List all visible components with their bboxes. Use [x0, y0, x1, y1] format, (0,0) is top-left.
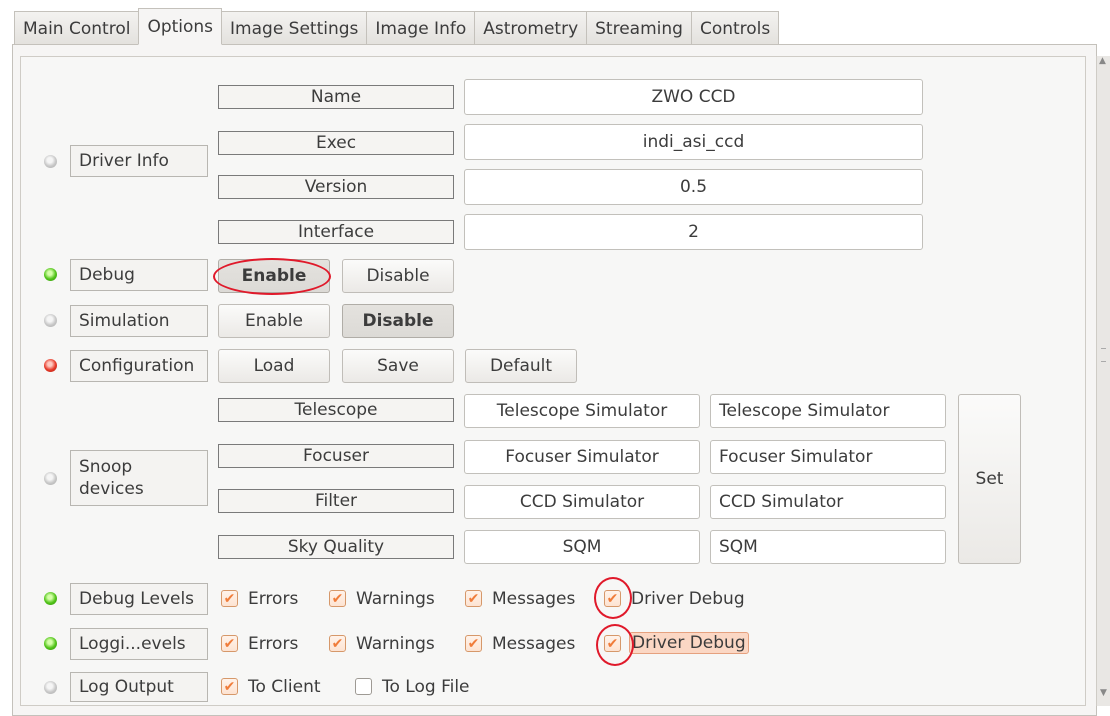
- logging-levels-label: Loggi...evels: [70, 628, 208, 660]
- driver-name-value: ZWO CCD: [464, 79, 923, 115]
- debug-driver-debug-checkbox[interactable]: ✔: [604, 590, 621, 607]
- snoop-sky-quality-value: SQM: [464, 530, 700, 564]
- tab-controls[interactable]: Controls: [690, 11, 780, 45]
- logging-errors-checkbox[interactable]: ✔: [221, 635, 238, 652]
- log-output-status-light: [44, 681, 57, 694]
- debug-warnings-label: Warnings: [356, 589, 435, 609]
- snoop-telescope-value: Telescope Simulator: [464, 394, 700, 428]
- log-to-file-checkbox[interactable]: [355, 678, 372, 695]
- vertical-scrollbar[interactable]: ▲ ▼: [1096, 56, 1110, 706]
- scroll-up-icon[interactable]: ▲: [1099, 56, 1106, 66]
- driver-info-label: Driver Info: [70, 145, 208, 177]
- config-save-button[interactable]: Save: [342, 349, 454, 383]
- debug-levels-label: Debug Levels: [70, 583, 208, 615]
- log-to-client-checkbox[interactable]: ✔: [221, 678, 238, 695]
- driver-exec-value: indi_asi_ccd: [464, 124, 923, 160]
- logging-messages-label: Messages: [492, 634, 576, 654]
- logging-warnings-checkbox[interactable]: ✔: [329, 635, 346, 652]
- log-to-file-label: To Log File: [382, 677, 470, 697]
- simulation-status-light: [44, 314, 57, 327]
- tab-bar: Main Control Options Image Settings Imag…: [14, 8, 780, 45]
- driver-version-value: 0.5: [464, 169, 923, 205]
- driver-exec-label: Exec: [218, 131, 454, 155]
- configuration-label: Configuration: [70, 350, 208, 382]
- snoop-filter-input[interactable]: CCD Simulator: [710, 485, 946, 519]
- driver-interface-value: 2: [464, 214, 923, 250]
- logging-driver-debug-label: Driver Debug: [629, 632, 749, 654]
- debug-disable-button[interactable]: Disable: [342, 259, 454, 293]
- scroll-down-icon[interactable]: ▼: [1100, 688, 1107, 698]
- driver-name-label: Name: [218, 85, 454, 109]
- snoop-sky-quality-input[interactable]: SQM: [710, 530, 946, 564]
- logging-errors-label: Errors: [248, 634, 299, 654]
- logging-messages-checkbox[interactable]: ✔: [465, 635, 482, 652]
- tab-main-control[interactable]: Main Control: [14, 11, 140, 45]
- debug-label: Debug: [70, 259, 208, 291]
- debug-driver-debug-label: Driver Debug: [631, 589, 745, 609]
- logging-levels-status-light: [44, 637, 57, 650]
- config-default-button[interactable]: Default: [465, 349, 577, 383]
- simulation-enable-button[interactable]: Enable: [218, 304, 330, 338]
- logging-warnings-label: Warnings: [356, 634, 435, 654]
- snoop-filter-label: Filter: [218, 489, 454, 513]
- driver-info-status-light: [44, 155, 57, 168]
- logging-driver-debug-checkbox[interactable]: ✔: [604, 635, 621, 652]
- debug-errors-checkbox[interactable]: ✔: [221, 590, 238, 607]
- tab-image-info[interactable]: Image Info: [366, 11, 476, 45]
- snoop-set-button[interactable]: Set: [958, 394, 1021, 564]
- snoop-focuser-label: Focuser: [218, 444, 454, 468]
- snoop-devices-label: Snoop devices: [70, 450, 208, 506]
- snoop-focuser-value: Focuser Simulator: [464, 440, 700, 474]
- tab-options[interactable]: Options: [138, 8, 223, 45]
- debug-errors-label: Errors: [248, 589, 299, 609]
- log-output-label: Log Output: [70, 672, 208, 702]
- snoop-telescope-input[interactable]: Telescope Simulator: [710, 394, 946, 428]
- debug-levels-status-light: [44, 592, 57, 605]
- driver-version-label: Version: [218, 175, 454, 199]
- debug-messages-label: Messages: [492, 589, 576, 609]
- snoop-sky-quality-label: Sky Quality: [218, 535, 454, 559]
- simulation-label: Simulation: [70, 305, 208, 337]
- configuration-status-light: [44, 359, 57, 372]
- snoop-filter-value: CCD Simulator: [464, 485, 700, 519]
- debug-warnings-checkbox[interactable]: ✔: [329, 590, 346, 607]
- simulation-disable-button[interactable]: Disable: [342, 304, 454, 338]
- snoop-status-light: [44, 472, 57, 485]
- driver-interface-label: Interface: [218, 220, 454, 244]
- debug-messages-checkbox[interactable]: ✔: [465, 590, 482, 607]
- snoop-focuser-input[interactable]: Focuser Simulator: [710, 440, 946, 474]
- tab-astrometry[interactable]: Astrometry: [474, 11, 588, 45]
- debug-enable-button[interactable]: Enable: [218, 259, 330, 293]
- log-to-client-label: To Client: [248, 677, 321, 697]
- scroll-grip-icon[interactable]: [1101, 348, 1106, 362]
- tab-streaming[interactable]: Streaming: [586, 11, 692, 45]
- config-load-button[interactable]: Load: [218, 349, 330, 383]
- debug-status-light: [44, 268, 57, 281]
- snoop-telescope-label: Telescope: [218, 398, 454, 422]
- tab-image-settings[interactable]: Image Settings: [221, 11, 368, 45]
